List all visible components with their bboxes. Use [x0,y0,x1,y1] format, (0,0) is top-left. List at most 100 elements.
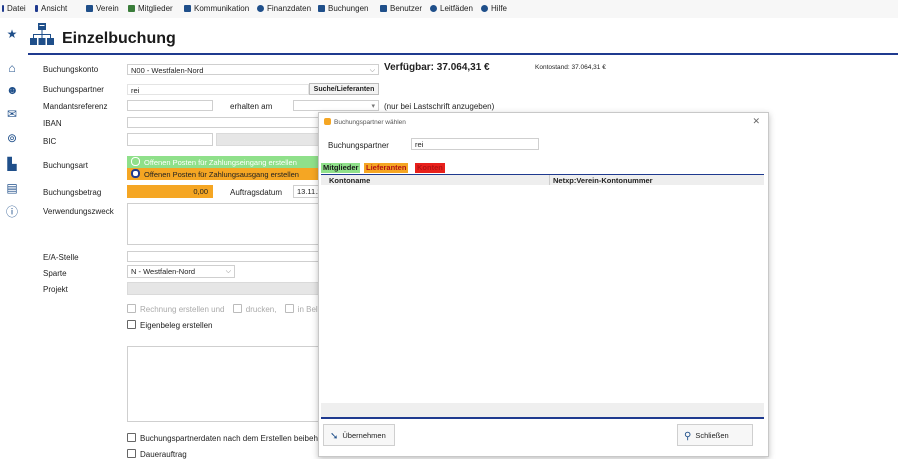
close-key-icon: ⚲ [684,431,692,442]
buchungsbetrag-input[interactable]: 0,00 [127,185,213,198]
menu-datei[interactable]: Datei [2,4,26,13]
suche-lieferanten-button[interactable]: Suche/Lieferanten [309,83,379,95]
bic-input[interactable] [127,133,213,146]
left-toolbar: ★ ⌂ ☻ ✉ ⊚ ▙ ▤ ⓘ [0,18,22,455]
verfuegbar-text: Verfügbar: 37.064,31 € [384,62,490,73]
menu-ansicht[interactable]: Ansicht [35,4,67,13]
menu-hilfe[interactable]: Hilfe [481,4,507,13]
view-icon [35,5,38,12]
partnerdaten-option[interactable]: Buchungspartnerdaten nach dem Erstellen … [127,433,318,443]
buchungsart-ausgang-label: Offenen Posten für Zahlungsausgang erste… [144,170,299,179]
checkbox-icon [127,304,136,313]
buchungsart-ausgang-option[interactable]: Offenen Posten für Zahlungsausgang erste… [127,168,319,180]
eigenbeleg-option[interactable]: Eigenbeleg erstellen [127,320,213,330]
menu-bar: Datei Ansicht Verein Mitglieder Kommunik… [0,0,898,18]
drucken-label: drucken, [245,305,277,314]
lastschrift-hint: (nur bei Lastschrift anzugeben) [384,102,495,111]
menu-benutzer[interactable]: Benutzer [380,4,422,13]
mandantsreferenz-label: Mandantsreferenz [43,102,108,111]
sparte-label: Sparte [43,269,67,278]
menu-finanzdaten[interactable]: Finanzdaten [257,4,311,13]
people-icon[interactable]: ☻ [6,84,19,96]
menu-mitglieder[interactable]: Mitglieder [128,4,173,13]
tab-mitglieder[interactable]: Mitglieder [321,163,361,173]
tab-lieferanten[interactable]: Lieferanten [364,163,409,173]
menu-ansicht-label: Ansicht [41,4,68,13]
uebernehmen-label: Übernehmen [342,431,386,440]
ea-stelle-label: E/A-Stelle [43,253,79,262]
buchungskonto-value: N00 - Westfalen-Nord [131,66,204,75]
menu-kommunikation[interactable]: Kommunikation [184,4,249,13]
booking-structure-icon [30,23,54,45]
ea-stelle-input[interactable] [127,251,319,262]
buchungsart-label: Buchungsart [43,161,88,170]
buchungskonto-label: Buchungskonto [43,65,99,74]
star-icon[interactable]: ★ [6,28,18,40]
buchungspartner-value: rei [131,86,140,95]
dropdown-arrow-icon: ▾ [371,103,375,110]
uebernehmen-button[interactable]: ➘ Übernehmen [323,424,395,446]
menu-leitfaeden[interactable]: Leitfäden [430,4,473,13]
projekt-label: Projekt [43,285,68,294]
buchungsart-eingang-option[interactable]: Offenen Posten für Zahlungseingang erste… [127,156,319,168]
grid-body[interactable] [321,185,764,404]
finance-icon [257,5,264,12]
bookings-icon [318,5,325,12]
grid-footer [321,403,764,419]
checkbox-icon [127,320,136,329]
kontostand-text: Kontostand: 37.064,31 € [535,64,606,71]
app-logo-icon [324,118,331,125]
dialog-title: Buchungspartner wählen [334,119,406,126]
mandantsreferenz-input[interactable] [127,100,213,111]
sparte-select[interactable]: N - Westfalen-Nord ⌵ [127,265,235,278]
chart-icon[interactable]: ▙ [6,158,18,170]
iban-label: IBAN [43,119,62,128]
menu-datei-label: Datei [7,4,26,13]
menu-buchungen[interactable]: Buchungen [318,4,368,13]
dauerauftrag-option[interactable]: Dauerauftrag [127,449,187,459]
menu-verein-label: Verein [96,4,119,13]
close-icon[interactable]: ✕ [752,116,760,127]
envelope-icon[interactable]: ✉ [6,108,18,120]
menu-marker-icon [2,5,4,12]
eigenbeleg-label: Eigenbeleg erstellen [140,321,213,330]
buchungskonto-select[interactable]: N00 - Westfalen-Nord ⌵ [127,64,379,75]
money-icon[interactable]: ⊚ [6,132,18,144]
verwendungszweck-textarea[interactable] [127,203,319,245]
checkbox-icon [127,449,136,458]
auftragsdatum-input[interactable]: 13.11.2 [293,185,319,198]
tab-konten[interactable]: Konten [415,163,445,173]
projekt-input[interactable] [127,282,319,295]
schliessen-button[interactable]: ⚲ Schließen [677,424,753,446]
bic-lookup-field [216,133,319,146]
column-header-kontoname[interactable]: Kontoname [329,176,370,185]
iban-input[interactable] [127,117,319,128]
rechnung-option[interactable]: Rechnung erstellen und drucken, in Bele [127,304,322,314]
notes-textarea[interactable] [127,346,319,422]
checkbox-icon [232,304,242,313]
menu-leitfaeden-label: Leitfäden [440,4,473,13]
user-card-icon[interactable]: ▤ [6,182,18,194]
schliessen-label: Schließen [695,431,729,440]
dialog-partner-input[interactable]: rei [411,138,539,150]
checkbox-icon [284,304,294,313]
menu-benutzer-label: Benutzer [390,4,423,13]
members-icon [128,5,135,12]
menu-buchungen-label: Buchungen [328,4,369,13]
rechnung-label: Rechnung erstellen und [140,305,225,314]
buchungspartner-input[interactable]: rei [127,84,309,95]
buchungspartner-dialog: Buchungspartner wählen ✕ Buchungspartner… [318,112,769,457]
erhalten-am-date[interactable]: ▾ [293,100,379,111]
page-title: Einzelbuchung [62,30,176,47]
house-icon[interactable]: ⌂ [6,62,18,74]
buchungsbetrag-label: Buchungsbetrag [43,188,102,197]
info-icon[interactable]: ⓘ [6,206,18,218]
home-icon [86,5,93,12]
bic-label: BIC [43,137,57,146]
erhalten-am-label: erhalten am [230,102,273,111]
menu-verein[interactable]: Verein [86,4,119,13]
radio-unselected-icon [131,157,140,166]
buchungsart-eingang-label: Offenen Posten für Zahlungseingang erste… [144,158,297,167]
column-header-kontonummer[interactable]: Netxp:Verein-Kontonummer [553,176,653,185]
mail-icon [184,5,191,12]
